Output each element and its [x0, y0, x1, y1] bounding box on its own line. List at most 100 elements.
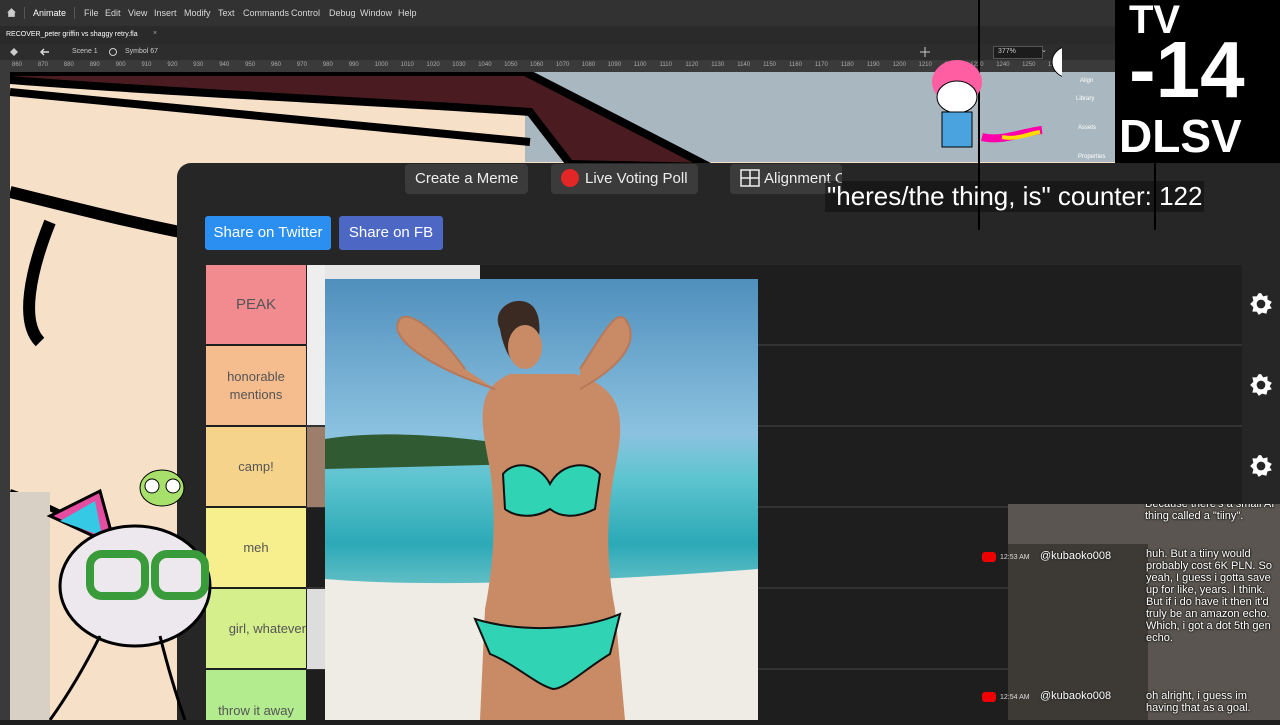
gear-icon[interactable] [1248, 291, 1274, 317]
app-label[interactable]: Animate [24, 7, 76, 19]
menu-edit[interactable]: Edit [105, 8, 121, 18]
live-voting-poll-button[interactable]: Live Voting Poll [551, 164, 698, 194]
rating-descriptors: DLSV [1119, 110, 1242, 162]
menu-view[interactable]: View [128, 8, 147, 18]
ruler-tick-label: 1150 [763, 62, 776, 68]
chat-message: Because there's a small AI thing called … [1145, 504, 1275, 522]
chat-timestamp: 12:54 AM [1000, 694, 1030, 701]
tier-label-honorable: honorable mentions [206, 346, 306, 425]
dragged-image[interactable] [325, 279, 758, 720]
menu-text[interactable]: Text [218, 8, 235, 18]
tier-label-peak: PEAK [206, 265, 306, 344]
ruler-tick-label: 910 [141, 62, 152, 68]
ruler-tick-label: 1070 [555, 62, 570, 68]
tier-item-thumb[interactable] [307, 427, 325, 507]
ruler-tick-label: 930 [193, 62, 204, 68]
chat-message: huh. But a tiiny would probably cost 6K … [1146, 548, 1272, 644]
menu-window[interactable]: Window [360, 8, 392, 18]
panel-assets[interactable]: Assets [1078, 125, 1096, 131]
document-tab[interactable]: RECOVER_peter griffin vs shaggy retry.fl… [6, 31, 138, 38]
ruler-tick-label: 1100 [633, 62, 647, 68]
record-icon [561, 169, 579, 187]
live-voting-poll-label: Live Voting Poll [585, 170, 688, 187]
home-icon[interactable] [6, 7, 17, 18]
panel-align[interactable]: Align [1080, 78, 1093, 84]
beach-photo [325, 300, 758, 720]
ruler-tick-label: 1200 [892, 62, 906, 68]
menu-control[interactable]: Control [291, 8, 320, 18]
tier-label-whatever: girl, whatever [206, 589, 306, 668]
menu-help[interactable]: Help [398, 8, 417, 18]
ruler-tick-label: 1020 [426, 62, 440, 68]
menu-bar: Animate File Edit View Insert Modify Tex… [0, 0, 1115, 26]
mascot-art [932, 45, 1089, 148]
ruler-tick-label: 1130 [711, 62, 725, 68]
chat-username: @kubaoko008 [1040, 550, 1112, 562]
gear-icon[interactable] [1248, 453, 1274, 479]
share-twitter-button[interactable]: Share on Twitter [205, 216, 331, 250]
ruler-tick-label: 1060 [530, 62, 544, 68]
share-fb-label: Share on FB [348, 224, 434, 241]
ruler-tick-label: 870 [37, 62, 48, 68]
ruler-tick-label: 1120 [685, 62, 699, 68]
ruler-tick-label: 1160 [789, 62, 802, 68]
close-tab-icon[interactable]: × [153, 30, 157, 37]
avatar-art [46, 469, 212, 721]
share-fb-button[interactable]: Share on FB [339, 216, 443, 250]
mascot-character [922, 42, 1089, 172]
grid-icon [740, 169, 760, 187]
ruler-tick-label: 1000 [374, 62, 388, 68]
ruler-tick-label: 970 [296, 62, 307, 68]
tier-label-meh: meh [206, 508, 306, 587]
menu-commands[interactable]: Commands [243, 8, 289, 18]
menu-insert[interactable]: Insert [154, 8, 177, 18]
vertical-ruler [0, 72, 10, 720]
ruler-tick-label: 1050 [504, 62, 518, 68]
ruler-tick-label: 960 [271, 62, 282, 68]
chat-username: @kubaoko008 [1040, 690, 1112, 702]
streamer-avatar [40, 436, 220, 721]
ruler-tick-label: 890 [89, 62, 100, 68]
ruler-tick-label: 990 [348, 62, 359, 68]
rating-number: -14 [1129, 25, 1245, 114]
ruler-tick-label: 1170 [814, 62, 828, 68]
chat-message: oh alright, i guess im having that as a … [1146, 690, 1251, 714]
tier-label-throw: throw it away [206, 670, 306, 720]
ruler-tick-label: 880 [63, 62, 74, 68]
ruler-tick-label: 1010 [400, 62, 414, 68]
youtube-icon [982, 552, 996, 562]
ruler-tick-label: 1110 [659, 62, 672, 68]
symbol-icon [109, 48, 117, 56]
tier-item-thumb[interactable] [307, 589, 325, 669]
ruler-tick-label: 1180 [840, 62, 854, 68]
tier-item-thumb[interactable] [307, 265, 480, 279]
tier-label-camp: camp! [206, 427, 306, 506]
ruler-tick-label: 900 [115, 62, 126, 68]
symbol-label[interactable]: Symbol 67 [125, 48, 158, 55]
menu-debug[interactable]: Debug [329, 8, 356, 18]
create-meme-button[interactable]: Create a Meme [405, 164, 529, 194]
panel-library[interactable]: Library [1076, 96, 1094, 102]
gear-icon[interactable] [1248, 372, 1274, 398]
youtube-icon [982, 692, 996, 702]
stage-icon[interactable] [9, 47, 19, 57]
share-twitter-label: Share on Twitter [213, 224, 323, 241]
ruler-tick-label: 1090 [607, 62, 622, 68]
ruler-tick-label: 1040 [478, 62, 492, 68]
ruler-tick-label: 860 [12, 62, 23, 68]
ruler-tick-label: 1080 [581, 62, 596, 68]
ruler-tick-label: 1140 [737, 62, 751, 68]
menu-modify[interactable]: Modify [184, 8, 211, 18]
tier-item-thumb[interactable] [307, 265, 325, 425]
catchphrase-counter: "heres/the thing, is" counter: 122 [825, 181, 1205, 212]
panel-properties[interactable]: Properties [1078, 154, 1105, 160]
tv-rating-badge: TV -14 DLSV [1115, 0, 1280, 163]
scene-label[interactable]: Scene 1 [72, 48, 98, 55]
ruler-tick-label: 1190 [866, 62, 880, 68]
ruler-tick-label: 920 [167, 62, 178, 68]
back-arrow-icon[interactable] [40, 48, 50, 56]
menu-file[interactable]: File [84, 8, 99, 18]
ruler-tick-label: 1030 [452, 62, 466, 68]
chat-timestamp: 12:53 AM [1000, 554, 1030, 561]
ruler-tick-label: 980 [322, 62, 333, 68]
